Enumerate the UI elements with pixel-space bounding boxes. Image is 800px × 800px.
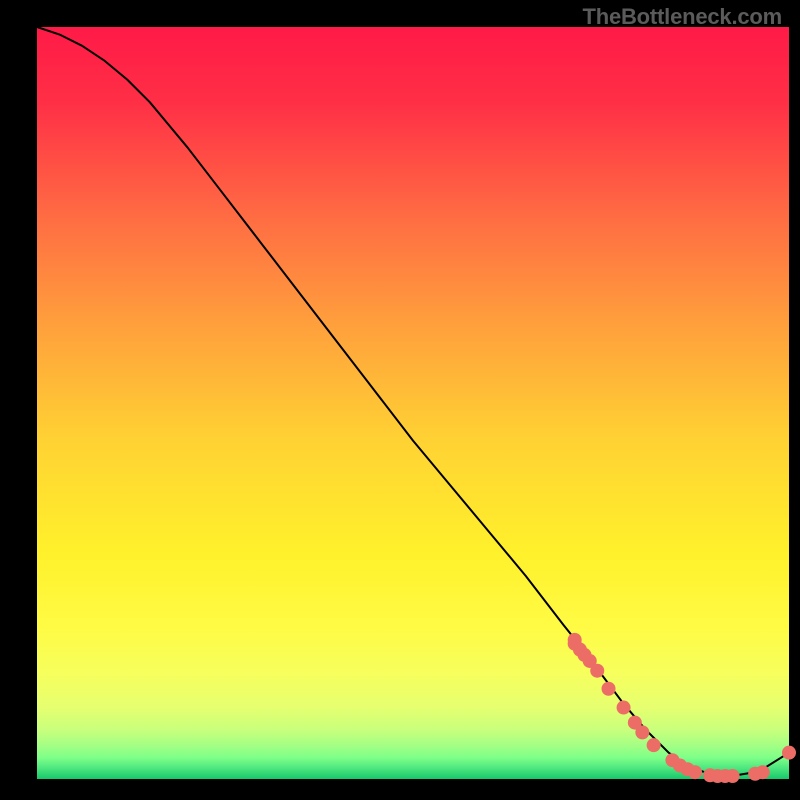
data-marker [756, 765, 770, 779]
data-marker [617, 701, 631, 715]
data-marker [688, 765, 702, 779]
data-marker [782, 746, 796, 760]
data-marker [590, 664, 604, 678]
data-marker [726, 769, 740, 783]
data-marker [635, 725, 649, 739]
data-marker [647, 738, 661, 752]
bottleneck-curve-chart [0, 0, 800, 800]
watermark-text: TheBottleneck.com [582, 4, 782, 30]
chart-container: TheBottleneck.com [0, 0, 800, 800]
plot-background [37, 27, 789, 779]
data-marker [602, 682, 616, 696]
